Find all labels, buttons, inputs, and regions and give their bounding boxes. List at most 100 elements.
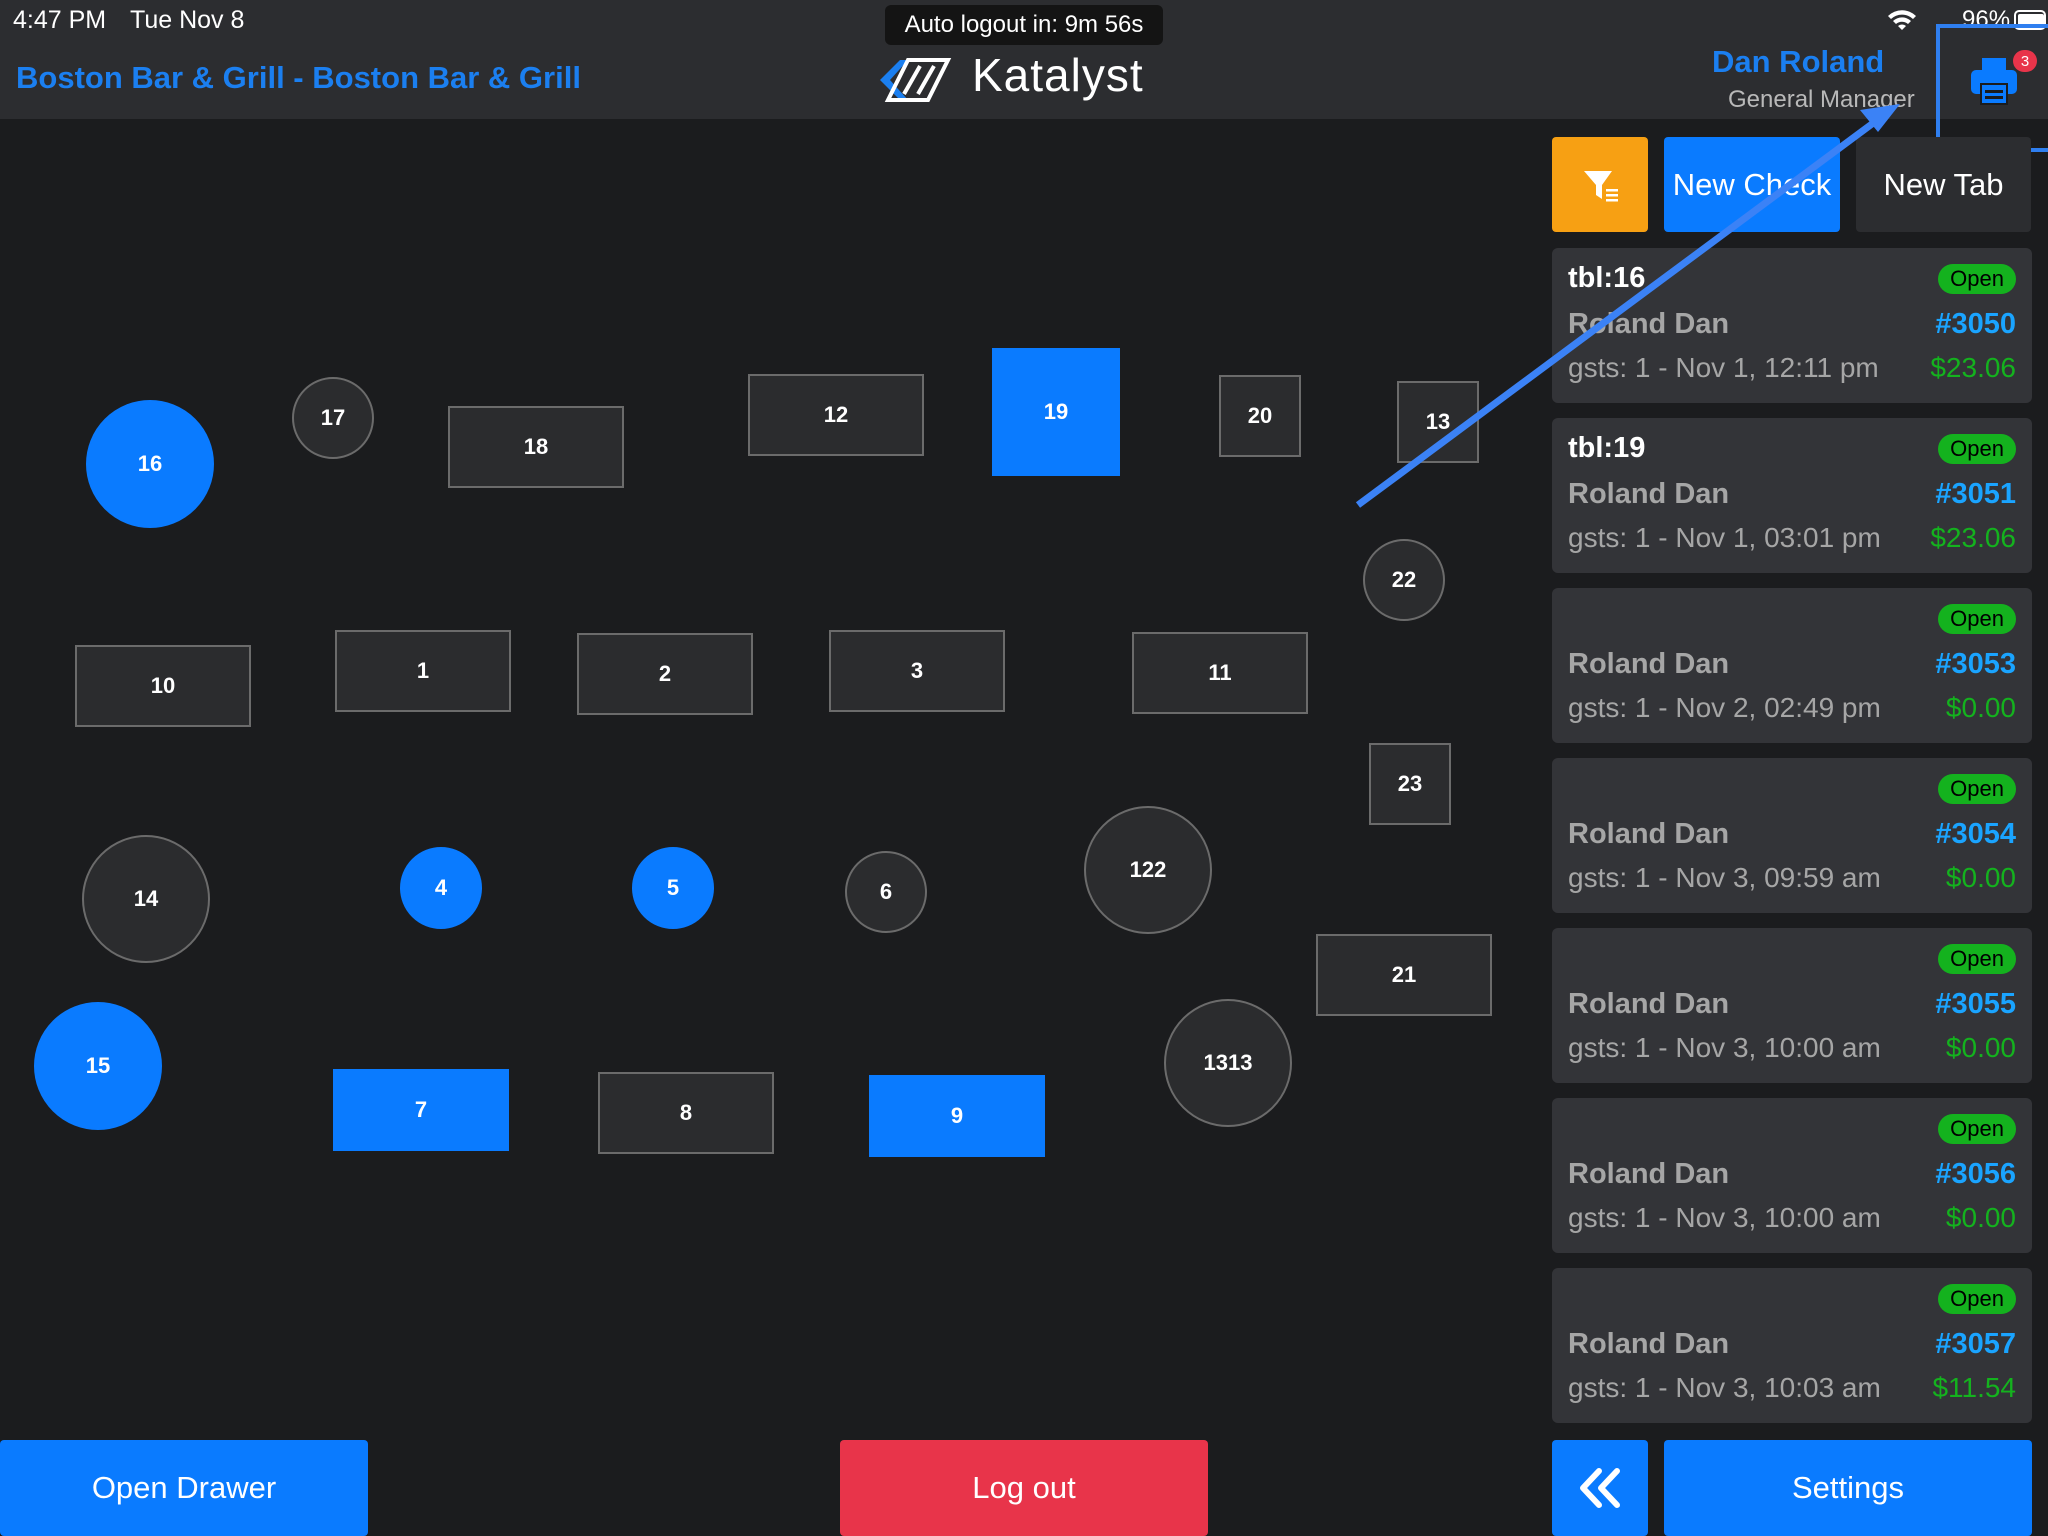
table-label: 5 bbox=[666, 875, 680, 900]
table-label: 4 bbox=[434, 875, 448, 900]
check-server-name: Roland Dan bbox=[1568, 1328, 1730, 1360]
check-table-label: tbl:16 bbox=[1568, 262, 1646, 294]
check-amount: $23.06 bbox=[1930, 352, 2016, 383]
table-label: 6 bbox=[879, 879, 893, 904]
status-badge: Open bbox=[1938, 434, 2016, 464]
table-label: 1 bbox=[416, 658, 430, 683]
check-card[interactable]: Open Roland Dan #3054 gsts: 1 - Nov 3, 09:5… bbox=[1552, 758, 2032, 913]
table-label: 2 bbox=[658, 661, 672, 686]
table-23[interactable]: 23 bbox=[1369, 743, 1451, 825]
table-20[interactable]: 20 bbox=[1219, 375, 1301, 457]
status-badge: Open bbox=[1938, 774, 2016, 804]
table-21[interactable]: 21 bbox=[1316, 934, 1492, 1016]
table-label: 17 bbox=[320, 405, 346, 430]
check-card[interactable]: Open Roland Dan #3057 gsts: 1 - Nov 3, 10:0… bbox=[1552, 1268, 2032, 1423]
table-3[interactable]: 3 bbox=[829, 630, 1005, 712]
new-check-button[interactable]: New Check bbox=[1664, 137, 1840, 232]
new-tab-button[interactable]: New Tab bbox=[1856, 137, 2031, 232]
table-label: 7 bbox=[414, 1097, 428, 1122]
table-16[interactable]: 16 bbox=[86, 400, 214, 528]
double-chevron-left-icon bbox=[1580, 1468, 1620, 1508]
table-label: 19 bbox=[1043, 399, 1069, 424]
table-122[interactable]: 122 bbox=[1084, 806, 1212, 934]
status-badge: Open bbox=[1938, 604, 2016, 634]
check-card[interactable]: Open Roland Dan #3055 gsts: 1 - Nov 3, 10:0… bbox=[1552, 928, 2032, 1083]
table-5[interactable]: 5 bbox=[632, 847, 714, 929]
check-server-name: Roland Dan bbox=[1568, 988, 1730, 1020]
table-label: 10 bbox=[150, 673, 176, 698]
table-label: 11 bbox=[1208, 660, 1232, 685]
check-number: #3056 bbox=[1935, 1158, 2016, 1190]
check-amount: $0.00 bbox=[1945, 1202, 2016, 1233]
table-19[interactable]: 19 bbox=[992, 348, 1120, 476]
table-7[interactable]: 7 bbox=[333, 1069, 509, 1151]
table-1313[interactable]: 1313 bbox=[1164, 999, 1292, 1127]
check-card[interactable]: tbl:19 Open Roland Dan #3051 gsts: 1 - Nov 1… bbox=[1552, 418, 2032, 573]
table-label: 20 bbox=[1247, 403, 1273, 428]
table-10[interactable]: 10 bbox=[75, 645, 251, 727]
table-label: 18 bbox=[523, 434, 549, 459]
logout-button[interactable]: Log out bbox=[840, 1440, 1208, 1536]
check-guests-time: gsts: 1 - Nov 1, 12:11 pm bbox=[1568, 352, 1879, 383]
table-17[interactable]: 17 bbox=[292, 377, 374, 459]
table-22[interactable]: 22 bbox=[1363, 539, 1445, 621]
status-date: Tue Nov 8 bbox=[130, 6, 245, 34]
check-amount: $0.00 bbox=[1945, 1032, 2016, 1063]
check-number: #3057 bbox=[1935, 1328, 2016, 1360]
table-label: 15 bbox=[85, 1053, 111, 1078]
table-15[interactable]: 15 bbox=[34, 1002, 162, 1130]
table-13[interactable]: 13 bbox=[1397, 381, 1479, 463]
pos-screen: 4:47 PM Tue Nov 8 Auto logout in: 9m 56s… bbox=[0, 0, 2048, 1536]
filter-button[interactable] bbox=[1552, 137, 1648, 232]
table-11[interactable]: 11 bbox=[1132, 632, 1308, 714]
check-number: #3053 bbox=[1935, 648, 2016, 680]
table-12[interactable]: 12 bbox=[748, 374, 924, 456]
table-9[interactable]: 9 bbox=[869, 1075, 1045, 1157]
status-badge: Open bbox=[1938, 1114, 2016, 1144]
check-card[interactable]: tbl:16 Open Roland Dan #3050 gsts: 1 - Nov 1… bbox=[1552, 248, 2032, 403]
table-18[interactable]: 18 bbox=[448, 406, 624, 488]
check-server-name: Roland Dan bbox=[1568, 818, 1730, 850]
filter-icon bbox=[1584, 170, 1618, 201]
table-2[interactable]: 2 bbox=[577, 633, 753, 715]
printer-button[interactable]: 3 bbox=[1936, 24, 2048, 152]
check-amount: $23.06 bbox=[1930, 522, 2016, 553]
check-server-name: Roland Dan bbox=[1568, 308, 1730, 340]
table-label: 3 bbox=[910, 658, 924, 683]
table-1[interactable]: 1 bbox=[335, 630, 511, 712]
table-label: 14 bbox=[133, 886, 159, 911]
restaurant-name[interactable]: Boston Bar & Grill - Boston Bar & Grill bbox=[16, 60, 581, 96]
collapse-panel-button[interactable] bbox=[1552, 1440, 1648, 1536]
status-badge: Open bbox=[1938, 944, 2016, 974]
table-14[interactable]: 14 bbox=[82, 835, 210, 963]
table-4[interactable]: 4 bbox=[400, 847, 482, 929]
table-label: 1313 bbox=[1203, 1050, 1253, 1075]
check-number: #3051 bbox=[1935, 478, 2016, 510]
settings-button[interactable]: Settings bbox=[1664, 1440, 2032, 1536]
status-badge: Open bbox=[1938, 1284, 2016, 1314]
wifi-icon bbox=[1888, 10, 1916, 30]
check-amount: $0.00 bbox=[1945, 862, 2016, 893]
check-guests-time: gsts: 1 - Nov 3, 10:00 am bbox=[1568, 1202, 1881, 1233]
check-guests-time: gsts: 1 - Nov 2, 02:49 pm bbox=[1568, 692, 1881, 723]
user-role: General Manager bbox=[1728, 86, 1915, 113]
check-guests-time: gsts: 1 - Nov 3, 10:03 am bbox=[1568, 1372, 1881, 1403]
user-name[interactable]: Dan Roland bbox=[1712, 44, 1884, 80]
check-card[interactable]: Open Roland Dan #3056 gsts: 1 - Nov 3, 10:0… bbox=[1552, 1098, 2032, 1253]
katalyst-logo-icon bbox=[880, 58, 952, 102]
status-badge: Open bbox=[1938, 264, 2016, 294]
check-number: #3055 bbox=[1935, 988, 2016, 1020]
top-header: 4:47 PM Tue Nov 8 Auto logout in: 9m 56s… bbox=[0, 0, 2048, 119]
table-8[interactable]: 8 bbox=[598, 1072, 774, 1154]
check-number: #3050 bbox=[1935, 308, 2016, 340]
table-label: 22 bbox=[1391, 567, 1417, 592]
open-drawer-button[interactable]: Open Drawer bbox=[0, 1440, 368, 1536]
table-label: 9 bbox=[950, 1103, 964, 1128]
table-label: 21 bbox=[1391, 962, 1417, 987]
check-card[interactable]: Open Roland Dan #3053 gsts: 1 - Nov 2, 02:4… bbox=[1552, 588, 2032, 743]
check-amount: $11.54 bbox=[1932, 1372, 2016, 1403]
table-6[interactable]: 6 bbox=[845, 851, 927, 933]
table-label: 122 bbox=[1129, 857, 1167, 882]
app-name: Katalyst bbox=[972, 49, 1144, 101]
table-label: 16 bbox=[137, 451, 163, 476]
